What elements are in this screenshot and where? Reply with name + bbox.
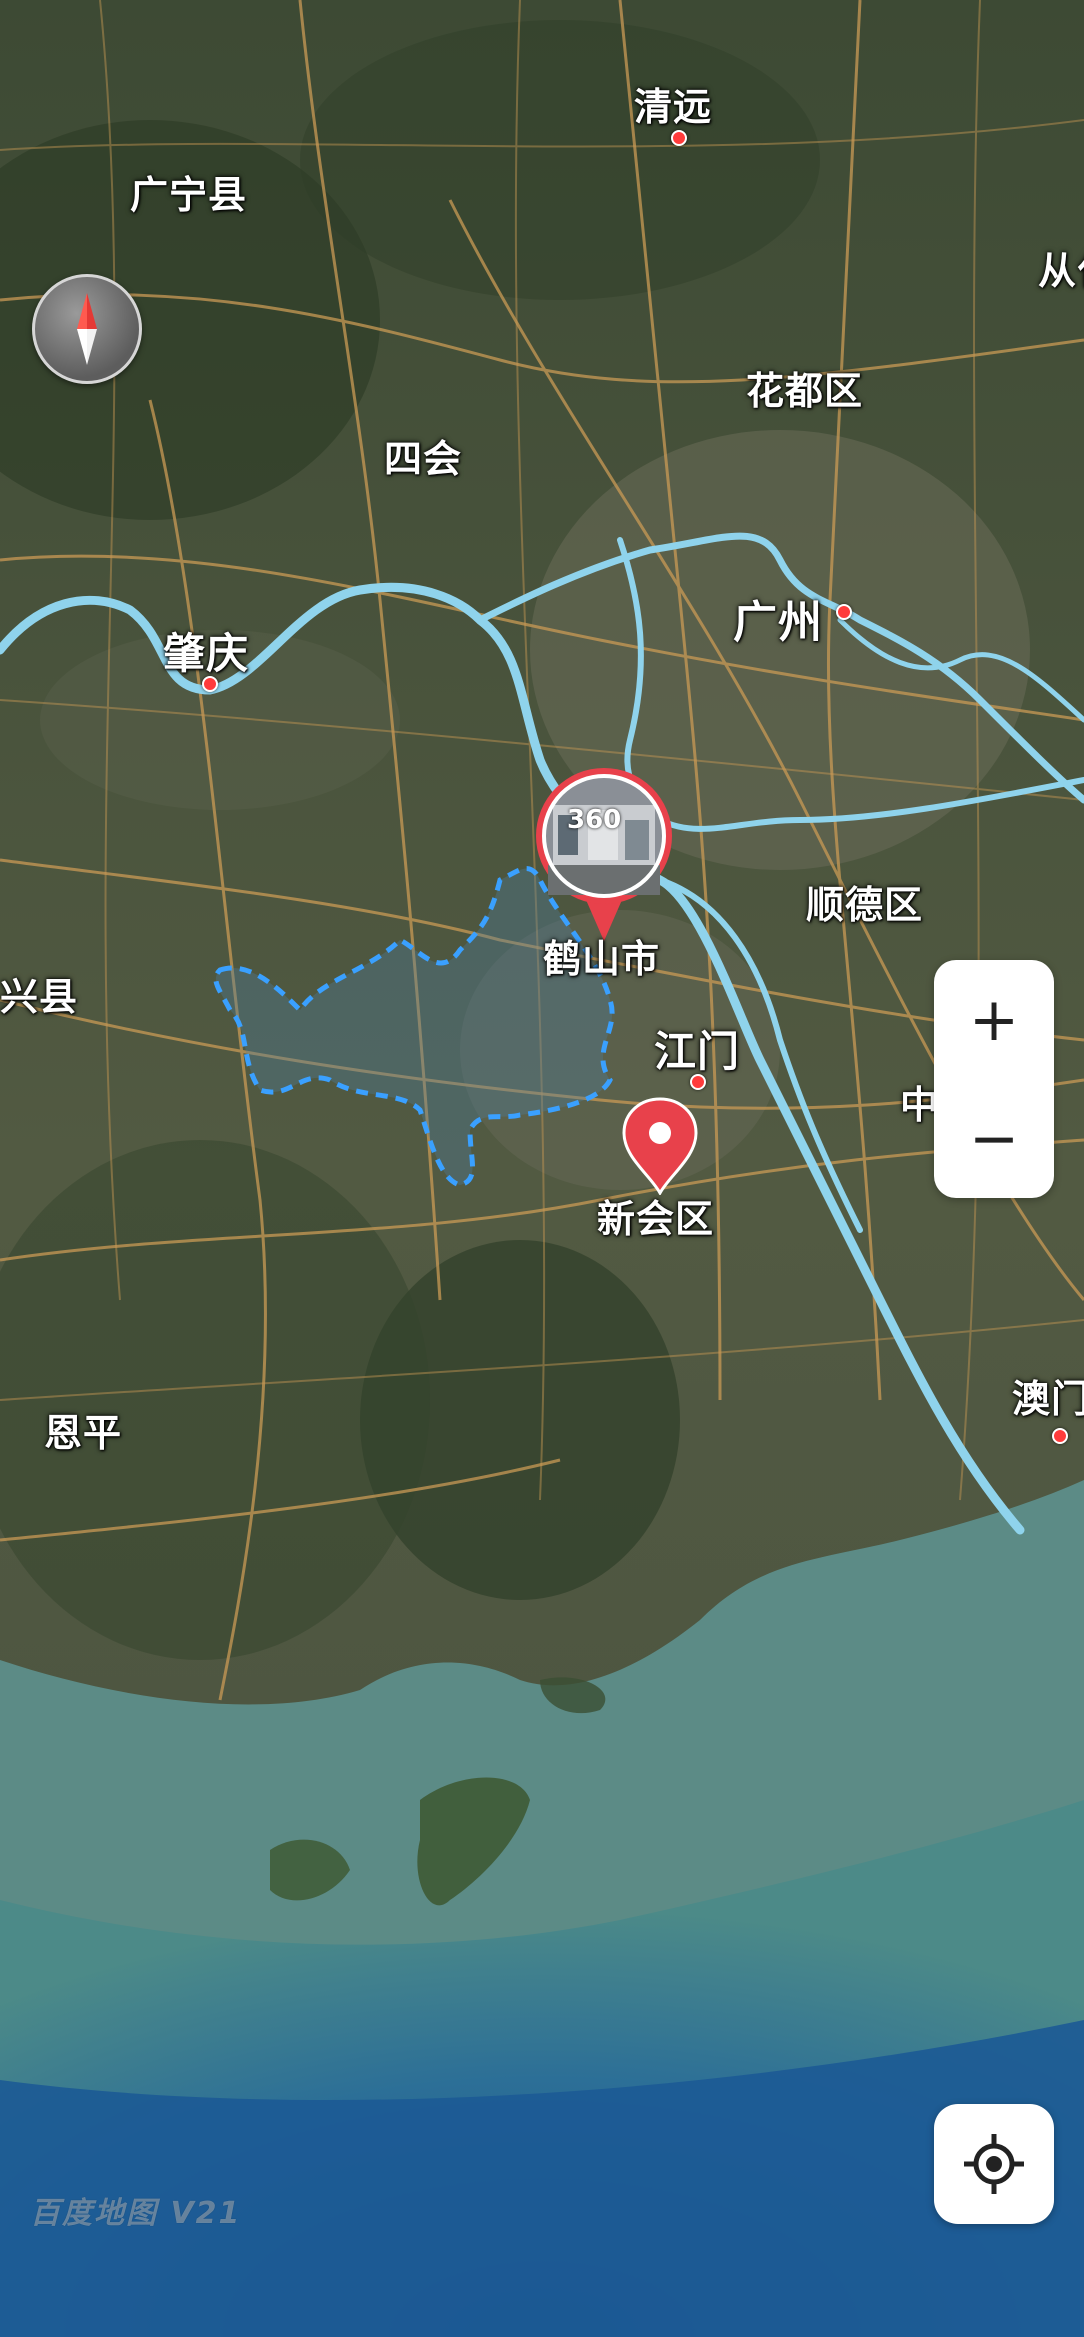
- city-label-enping[interactable]: 恩平: [44, 1402, 122, 1457]
- selected-location-label[interactable]: 新会区: [597, 1188, 714, 1243]
- panorama-badge: 360: [567, 805, 622, 835]
- locate-me-icon: [964, 2134, 1024, 2194]
- city-label-guangning[interactable]: 广宁县: [130, 164, 247, 219]
- panorama-thumbnail-icon: [536, 768, 672, 941]
- city-label-huadu[interactable]: 花都区: [746, 360, 863, 415]
- selected-location-pin[interactable]: [620, 1095, 700, 1197]
- zoom-out-button[interactable]: −: [934, 1079, 1054, 1198]
- city-label-jiangmen[interactable]: 江门: [654, 1018, 740, 1079]
- city-label-aomen[interactable]: 澳门: [1012, 1368, 1084, 1423]
- city-label-xing[interactable]: 兴县: [0, 966, 78, 1021]
- city-label-sihui[interactable]: 四会: [384, 428, 462, 483]
- map-canvas[interactable]: 清远 广宁县 从化 花都区 四会 广州 肇庆 顺德区 兴县 江门 中 恩平 澳门…: [0, 0, 1084, 2337]
- city-label-guangzhou[interactable]: 广州: [733, 586, 823, 650]
- city-dot-qingyuan: [671, 130, 687, 146]
- panorama-marker-label[interactable]: 鹤山市: [543, 928, 660, 983]
- city-label-shunde[interactable]: 顺德区: [806, 874, 923, 929]
- city-dot-jiangmen: [690, 1074, 706, 1090]
- city-label-qingyuan[interactable]: 清远: [634, 76, 712, 131]
- city-dot-aomen: [1052, 1428, 1068, 1444]
- zoom-controls: + −: [934, 960, 1054, 1198]
- locate-me-button[interactable]: [934, 2104, 1054, 2224]
- panorama-marker[interactable]: 360: [533, 765, 675, 941]
- city-dot-guangzhou: [836, 604, 852, 620]
- baidu-map-watermark: 百度地图 V21: [30, 2196, 242, 2231]
- city-label-cong[interactable]: 从化: [1038, 240, 1084, 295]
- compass-button[interactable]: [32, 274, 142, 384]
- compass-icon: [77, 293, 97, 365]
- zoom-in-button[interactable]: +: [934, 960, 1054, 1079]
- satellite-imagery: [0, 0, 1084, 2337]
- location-pin-icon: [622, 1097, 698, 1197]
- city-dot-zhaoqing: [202, 676, 218, 692]
- city-label-zhaoqing[interactable]: 肇庆: [163, 620, 249, 681]
